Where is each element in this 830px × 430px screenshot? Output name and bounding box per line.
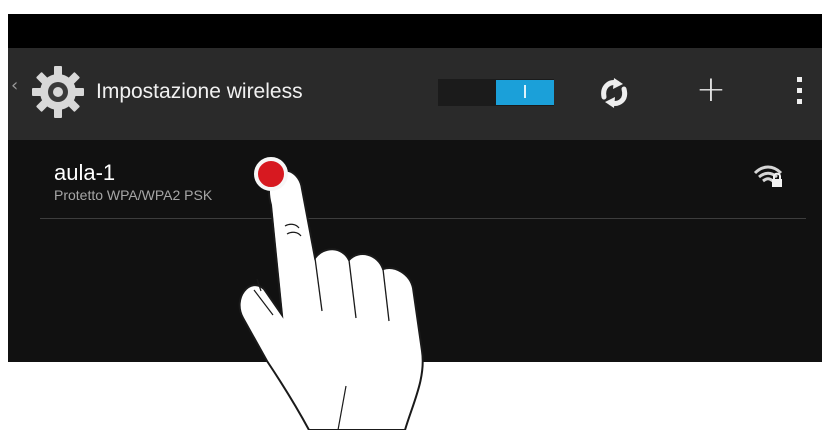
refresh-button[interactable] xyxy=(594,73,634,113)
overflow-menu-button[interactable] xyxy=(790,72,810,112)
status-bar xyxy=(8,14,822,48)
page-title: Impostazione wireless xyxy=(96,80,303,103)
network-name: aula-1 xyxy=(54,160,116,185)
wifi-lock-icon xyxy=(753,165,783,187)
more-vertical-icon xyxy=(797,99,802,104)
more-vertical-icon xyxy=(797,77,802,82)
action-bar: ‹ Impostazione wireless I + xyxy=(8,48,822,140)
more-vertical-icon xyxy=(797,88,802,93)
plus-icon: + xyxy=(695,69,727,110)
tap-marker-icon xyxy=(254,157,288,191)
pointing-hand-icon xyxy=(238,169,424,430)
wifi-toggle[interactable]: I xyxy=(438,79,554,106)
tutorial-screenshot: ‹ Impostazione wireless I + aula-1 Prote… xyxy=(0,0,830,430)
add-network-button[interactable]: + xyxy=(691,71,731,111)
gear-icon[interactable] xyxy=(28,62,88,122)
wifi-toggle-on-thumb: I xyxy=(496,80,554,105)
network-security: Protetto WPA/WPA2 PSK xyxy=(54,187,213,203)
chevron-left-icon[interactable]: ‹ xyxy=(11,76,18,96)
refresh-icon xyxy=(601,78,628,108)
